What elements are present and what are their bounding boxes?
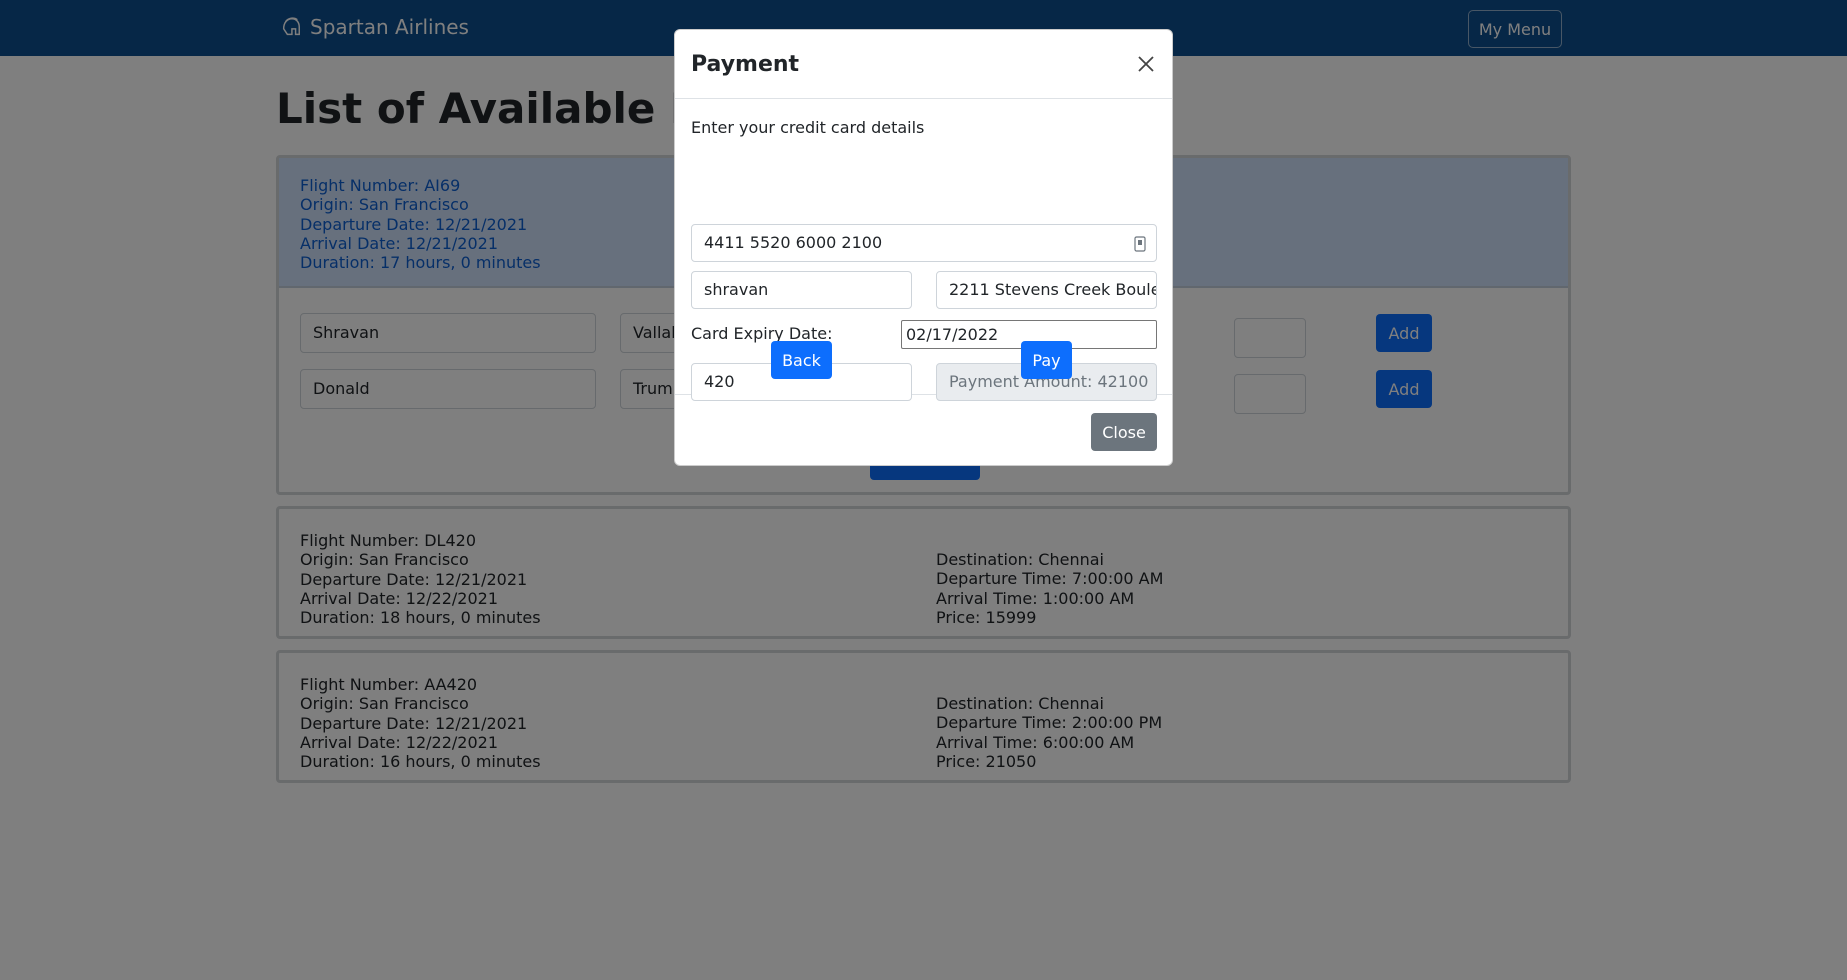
modal-header: Payment <box>675 30 1172 99</box>
modal-body: Enter your credit card details 4411 5520… <box>675 99 1172 401</box>
back-button[interactable]: Back <box>771 341 832 379</box>
instruction-text: Enter your credit card details <box>691 118 925 137</box>
modal-title: Payment <box>691 52 800 77</box>
pay-button[interactable]: Pay <box>1021 341 1072 379</box>
card-icon <box>1134 236 1146 252</box>
card-number-value: 4411 5520 6000 2100 <box>704 233 883 252</box>
card-number-input[interactable]: 4411 5520 6000 2100 <box>691 224 1157 262</box>
close-button[interactable]: Close <box>1091 413 1157 451</box>
billing-address-input[interactable]: 2211 Stevens Creek Boulev <box>936 271 1157 309</box>
close-icon[interactable] <box>1134 52 1158 76</box>
payment-modal: Payment Enter your credit card details 4… <box>674 29 1173 466</box>
cardholder-name-input[interactable]: shravan <box>691 271 912 309</box>
